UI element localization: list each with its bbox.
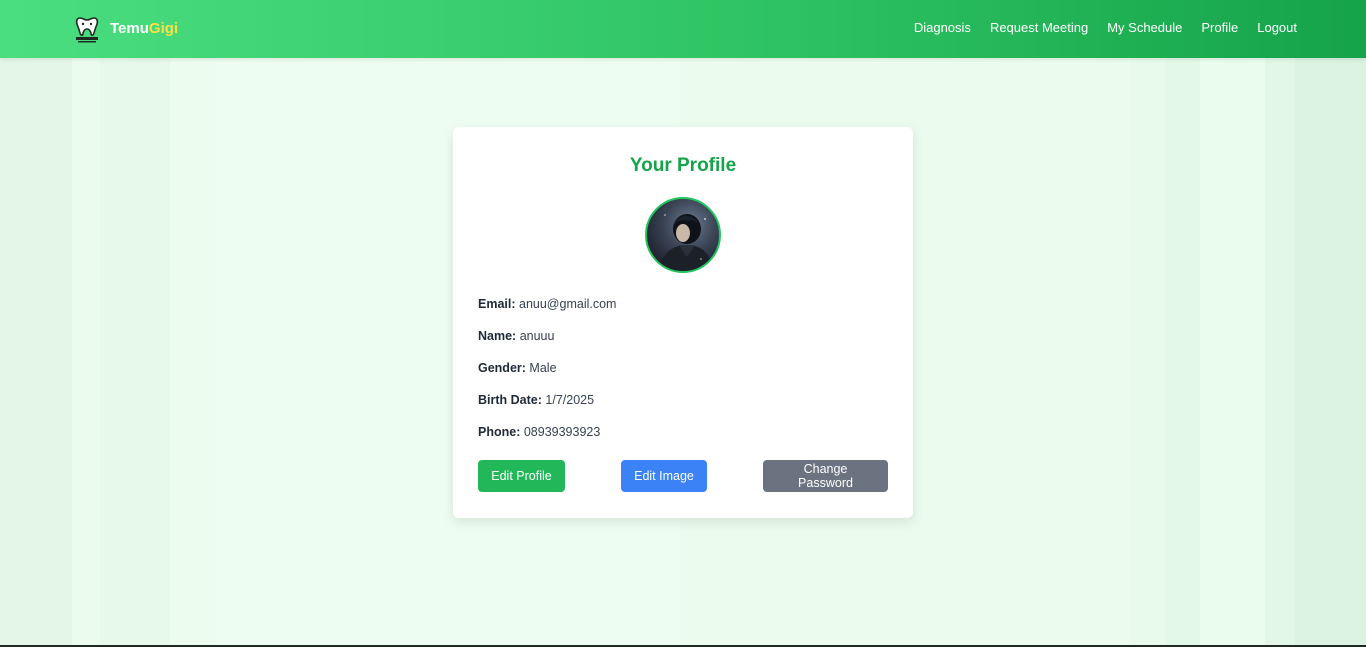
- email-label: Email:: [478, 297, 516, 311]
- brand-name[interactable]: TemuGigi: [110, 20, 178, 37]
- main-nav: Diagnosis Request Meeting My Schedule Pr…: [914, 20, 1297, 35]
- brand-name-part2: Gigi: [148, 20, 179, 37]
- phone-row: Phone: 08939393923: [478, 425, 600, 439]
- birth-date-label: Birth Date:: [478, 393, 542, 407]
- name-value: anuuu: [519, 329, 555, 343]
- nav-logout[interactable]: Logout: [1257, 20, 1297, 35]
- profile-card: Your Profile Email: anuu@gmail.com Name:…: [453, 127, 913, 518]
- edit-profile-button[interactable]: Edit Profile: [478, 460, 565, 492]
- nav-diagnosis[interactable]: Diagnosis: [914, 20, 971, 35]
- edit-image-button[interactable]: Edit Image: [621, 460, 707, 492]
- phone-value: 08939393923: [523, 425, 601, 439]
- email-value: anuu@gmail.com: [519, 297, 617, 311]
- page-title: Your Profile: [629, 155, 737, 176]
- nav-profile[interactable]: Profile: [1201, 20, 1238, 35]
- gender-value: Male: [529, 361, 557, 375]
- phone-label: Phone:: [478, 425, 521, 439]
- birth-date-value: 1/7/2025: [545, 393, 595, 407]
- tooth-logo-icon[interactable]: [74, 15, 100, 44]
- name-row: Name: anuuu: [478, 329, 554, 343]
- nav-my-schedule[interactable]: My Schedule: [1107, 20, 1182, 35]
- change-password-button[interactable]: Change Password: [763, 460, 888, 492]
- top-navbar: TemuGigi Diagnosis Request Meeting My Sc…: [0, 0, 1366, 58]
- brand-name-part1: Temu: [110, 20, 149, 37]
- gender-label: Gender:: [478, 361, 526, 375]
- nav-request-meeting[interactable]: Request Meeting: [990, 20, 1088, 35]
- gender-row: Gender: Male: [478, 361, 557, 375]
- name-label: Name:: [478, 329, 517, 343]
- avatar: [645, 197, 721, 273]
- birth-date-row: Birth Date: 1/7/2025: [478, 393, 594, 407]
- email-row: Email: anuu@gmail.com: [478, 297, 616, 311]
